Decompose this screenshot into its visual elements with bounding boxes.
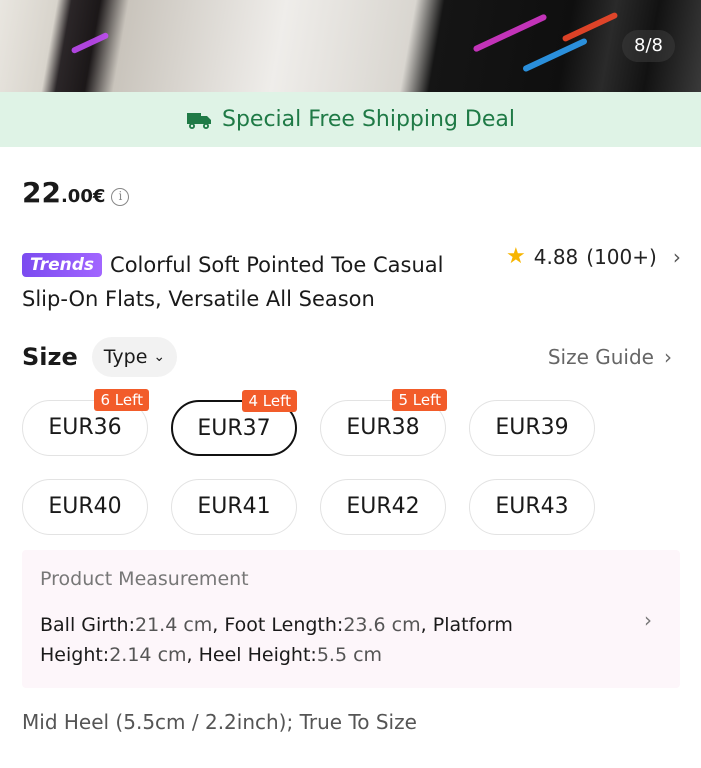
heel-fit-note: Mid Heel (5.5cm / 2.2inch); True To Size [22, 710, 417, 734]
size-option-label: EUR37 [197, 416, 271, 441]
size-guide-label: Size Guide [547, 345, 654, 369]
size-label: Size [22, 343, 78, 371]
product-measurement-panel[interactable]: Product Measurement Ball Girth:21.4 cm, … [22, 550, 680, 688]
rating-count: (100+) [586, 244, 657, 269]
size-option-eur39[interactable]: EUR39 [469, 400, 595, 456]
size-option-label: EUR39 [495, 415, 569, 440]
heel-height-value: 5.5 cm [316, 644, 383, 666]
chevron-right-icon: › [664, 345, 672, 369]
size-type-dropdown[interactable]: Type ⌄ [91, 337, 178, 377]
platform-height-value: 2.14 cm [109, 644, 187, 666]
size-option-eur43[interactable]: EUR43 [469, 479, 595, 535]
size-header: Size Type ⌄ Size Guide › [22, 336, 682, 378]
size-option-label: EUR40 [48, 494, 122, 519]
size-guide-link[interactable]: Size Guide › [548, 345, 682, 369]
rating-score: 4.88 [533, 244, 579, 269]
size-option-label: EUR42 [346, 494, 420, 519]
size-option-label: EUR41 [197, 494, 271, 519]
measurement-details: Ball Girth:21.4 cm, Foot Length:23.6 cm,… [40, 614, 513, 666]
image-pager: 8/8 [622, 30, 675, 62]
price-integer: 22 [22, 176, 61, 209]
free-shipping-banner[interactable]: Special Free Shipping Deal [0, 92, 701, 147]
measurement-title: Product Measurement [40, 568, 249, 590]
stock-badge: 6 Left [94, 389, 149, 411]
size-option-eur37[interactable]: EUR37 4 Left [171, 390, 297, 456]
stock-badge: 5 Left [392, 389, 447, 411]
price-decimal: .00€ [60, 186, 106, 207]
size-option-eur40[interactable]: EUR40 [22, 479, 148, 535]
size-option-label: EUR36 [48, 415, 122, 440]
size-option-eur42[interactable]: EUR42 [320, 479, 446, 535]
rating[interactable]: ★ 4.88 (100+) › [506, 244, 681, 269]
shipping-banner-text: Special Free Shipping Deal [222, 107, 515, 132]
size-option-eur36[interactable]: EUR36 6 Left [22, 389, 149, 456]
product-image[interactable]: 8/8 [0, 0, 701, 92]
ball-girth-value: 21.4 cm [134, 614, 213, 636]
foot-length-label: Foot Length: [224, 614, 344, 636]
chevron-down-icon: ⌄ [153, 349, 166, 365]
trends-badge: Trends [22, 253, 103, 277]
chevron-right-icon: › [644, 608, 652, 632]
size-option-eur41[interactable]: EUR41 [171, 479, 297, 535]
heel-height-label: Heel Height: [198, 644, 317, 666]
size-option-label: EUR43 [495, 494, 569, 519]
truck-icon [187, 112, 211, 129]
stock-badge: 4 Left [242, 390, 297, 412]
product-title-block: Trends Colorful Soft Pointed Toe Casual S… [22, 248, 482, 316]
ball-girth-label: Ball Girth: [40, 614, 135, 636]
foot-length-value: 23.6 cm [343, 614, 421, 636]
size-option-label: EUR38 [346, 415, 420, 440]
star-icon: ★ [506, 244, 526, 269]
info-icon[interactable]: i [111, 188, 130, 206]
size-type-label: Type [103, 346, 148, 368]
price: 22 .00€ i [22, 176, 130, 209]
chevron-right-icon: › [672, 244, 681, 269]
size-option-eur38[interactable]: EUR38 5 Left [320, 389, 447, 456]
